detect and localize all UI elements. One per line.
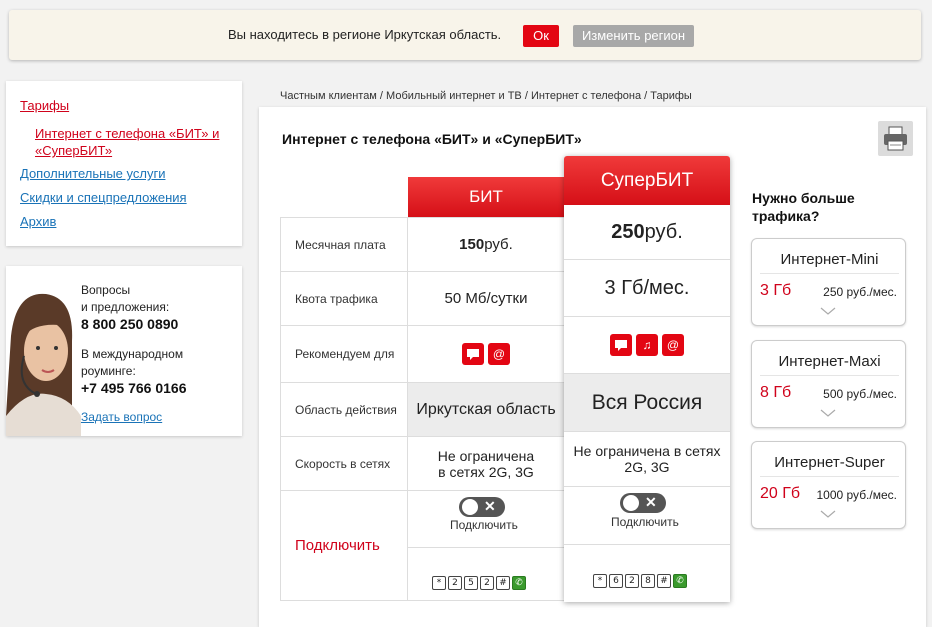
bit-price-unit: руб. [484,236,513,253]
phone-number-roaming[interactable]: +7 495 766 0166 [81,380,187,396]
at-icon: @ [488,343,510,365]
superbit-price-unit: руб. [644,220,683,243]
support-operator-avatar [6,266,81,436]
ussd-key: 2 [480,576,494,590]
bit-coverage-area: Иркутская область [407,382,565,437]
package-volume: 3 Гб [760,282,792,299]
row-label-monthly-fee: Месячная плата [280,217,408,272]
bit-connect-toggle[interactable]: ✕ [459,497,505,517]
call-icon: ✆ [673,574,687,588]
superbit-divider [564,544,730,545]
superbit-speed-line1: Не ограничена в сетях [573,443,721,459]
ussd-key: # [496,576,510,590]
sidebar-item-archive[interactable]: Архив [20,214,56,229]
sms-icon [462,343,484,365]
row-label-recommended: Рекомендуем для [280,325,408,383]
ok-button[interactable]: Ок [523,25,559,47]
call-icon: ✆ [512,576,526,590]
chevron-down-icon[interactable] [820,303,836,319]
package-price: 250 руб./мес. [823,285,897,299]
music-icon: ♫ [636,334,658,356]
superbit-connect-toggle[interactable]: ✕ [620,493,666,513]
package-card-maxi[interactable]: Интернет-Maxi 8 Гб 500 руб./мес. [751,340,906,428]
superbit-coverage-area: Вся Россия [564,374,730,432]
package-divider [760,476,899,477]
row-label-connect: Подключить [280,490,408,601]
package-card-mini[interactable]: Интернет-Mini 3 Гб 250 руб./мес. [751,238,906,326]
ussd-key: * [432,576,446,590]
bit-network-speed: Не ограничена в сетях 2G, 3G [407,436,565,491]
superbit-connect-label[interactable]: Подключить [611,515,679,529]
sidebar-item-bit-line2[interactable]: «СуперБИТ» [35,143,112,158]
sidebar-item-extra-services[interactable]: Дополнительные услуги [20,166,165,181]
sidebar-item-discounts[interactable]: Скидки и спецпредложения [20,190,187,205]
tariff-header-superbit: СуперБИТ [564,156,730,205]
superbit-ussd-code: * 6 2 8 # ✆ [593,574,689,588]
package-divider [760,273,899,274]
questions-label-line2: и предложения: [81,300,170,314]
bit-ussd-code: * 2 5 2 # ✆ [432,576,528,590]
change-region-button[interactable]: Изменить регион [573,25,694,47]
package-price: 1000 руб./мес. [816,488,897,502]
sidebar-item-tariffs[interactable]: Тарифы [20,98,69,113]
row-label-traffic-quota: Квота трафика [280,271,408,326]
contact-panel: Вопросы и предложения: 8 800 250 0890 В … [6,266,242,436]
package-card-super[interactable]: Интернет-Super 20 Гб 1000 руб./мес. [751,441,906,529]
ussd-key: 5 [464,576,478,590]
print-button[interactable] [878,121,913,156]
sidebar-menu: Тарифы Интернет с телефона «БИТ» и «Супе… [6,81,242,246]
roaming-label-line2: роуминге: [81,364,136,378]
ussd-key: 2 [448,576,462,590]
package-name: Интернет-Maxi [778,353,881,370]
bit-speed-line2: в сетях 2G, 3G [438,463,534,480]
superbit-traffic-quota: 3 Гб/мес. [564,260,730,317]
bit-connect-label[interactable]: Подключить [450,518,518,532]
questions-label-line1: Вопросы [81,283,131,297]
chevron-down-icon[interactable] [820,405,836,421]
tariff-header-bit: БИТ [408,177,564,217]
package-name: Интернет-Mini [780,251,879,268]
row-label-network-speed: Скорость в сетях [280,436,408,491]
bit-price-value: 150 [459,236,485,253]
package-price: 500 руб./мес. [823,387,897,401]
breadcrumb[interactable]: Частным клиентам / Мобильный интернет и … [280,90,692,102]
sidebar-item-bit-line1[interactable]: Интернет с телефона «БИТ» и [35,126,219,141]
superbit-recommended: ♫ @ [564,317,730,374]
printer-icon [884,126,907,151]
ussd-key: 8 [641,574,655,588]
phone-number-russia[interactable]: 8 800 250 0890 [81,316,178,332]
row-label-coverage-area: Область действия [280,382,408,437]
package-divider [760,375,899,376]
package-volume: 20 Гб [760,485,801,502]
bit-traffic-quota: 50 Мб/сутки [407,271,565,326]
ussd-key: # [657,574,671,588]
page-title: Интернет с телефона «БИТ» и «СуперБИТ» [282,131,582,147]
superbit-price-value: 250 [611,220,645,243]
superbit-monthly-fee: 250 руб. [564,205,730,260]
ussd-key: 2 [625,574,639,588]
region-message: Вы находитесь в регионе Иркутская област… [228,27,502,42]
roaming-label-line1: В международном [81,347,184,361]
superbit-network-speed: Не ограничена в сетях 2G, 3G [564,432,730,487]
sms-icon [610,334,632,356]
more-traffic-title-line2: трафика? [752,208,820,224]
bit-ussd-cell [407,547,565,601]
package-volume: 8 Гб [760,384,792,401]
bit-recommended: @ [407,325,565,383]
superbit-speed-line2: 2G, 3G [624,459,670,475]
more-traffic-title-line1: Нужно больше [752,190,855,206]
at-icon: @ [662,334,684,356]
bit-monthly-fee: 150 руб. [407,217,565,272]
chevron-down-icon[interactable] [820,506,836,522]
ussd-key: * [593,574,607,588]
ussd-key: 6 [609,574,623,588]
more-traffic-title: Нужно больше трафика? [752,189,892,225]
ask-question-link[interactable]: Задать вопрос [81,410,162,424]
package-name: Интернет-Super [774,454,885,471]
bit-speed-line1: Не ограничена [437,447,535,464]
